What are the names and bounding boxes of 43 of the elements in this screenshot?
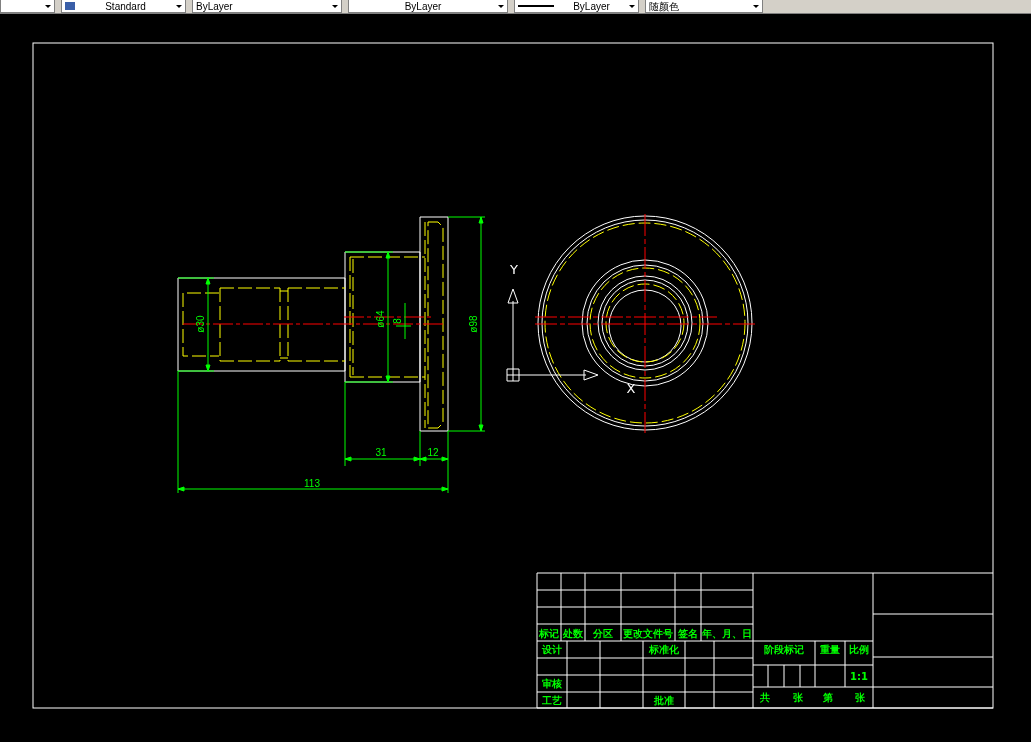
title-block-label: 设计 <box>542 644 562 655</box>
title-block-label: 标准化 <box>649 644 679 655</box>
dropdown[interactable]: Standard <box>61 0 186 13</box>
dropdown[interactable]: ByLayer <box>192 0 342 13</box>
dropdown[interactable]: ByLayer <box>514 0 639 13</box>
scale-value: 1:1 <box>850 671 868 682</box>
caret-icon <box>176 4 182 8</box>
title-block-label: 审核 <box>542 678 562 689</box>
dimension-label: 8 <box>392 318 403 324</box>
line-sample-icon <box>518 5 554 7</box>
caret-icon <box>332 4 338 8</box>
dimension-label: 12 <box>427 447 439 458</box>
y-axis-label: Y <box>510 262 518 277</box>
dropdown[interactable]: 随颜色 <box>645 0 763 13</box>
caret-icon <box>498 4 504 8</box>
caret-icon <box>753 4 759 8</box>
title-block-label: 阶段标记 <box>764 644 804 655</box>
dropdown[interactable]: ByLayer <box>348 0 508 13</box>
caret-icon <box>629 4 635 8</box>
title-block-label: 处数 <box>563 628 583 639</box>
title-block-label: 张 <box>793 692 803 703</box>
x-axis-label: X <box>626 381 636 396</box>
dropdown[interactable] <box>0 0 55 13</box>
title-block-label: 签名 <box>678 628 698 639</box>
dimension-label: ø30 <box>195 315 206 333</box>
dimension-label: 31 <box>375 447 387 458</box>
dimension-label: ø64 <box>375 310 386 328</box>
title-block-label: 第 <box>823 692 833 703</box>
title-block-label: 更改文件号 <box>623 628 673 639</box>
title-block-label: 工艺 <box>542 695 562 706</box>
dimension-label: 113 <box>304 478 320 489</box>
title-block-label: 标记 <box>539 628 559 639</box>
dimension-label: ø98 <box>468 315 479 333</box>
caret-icon <box>45 4 51 8</box>
ucs-axis-icon <box>506 288 599 382</box>
title-block-label: 分区 <box>593 628 613 639</box>
title-block-label: 比例 <box>849 644 869 655</box>
title-block-label: 张 <box>855 692 865 703</box>
text-style-icon <box>65 2 75 10</box>
title-block-label: 批准 <box>654 695 674 706</box>
title-block-label: 重量 <box>820 644 840 655</box>
title-block-label: 共 <box>760 692 770 703</box>
title-block-label: 年、月、日 <box>702 628 752 639</box>
